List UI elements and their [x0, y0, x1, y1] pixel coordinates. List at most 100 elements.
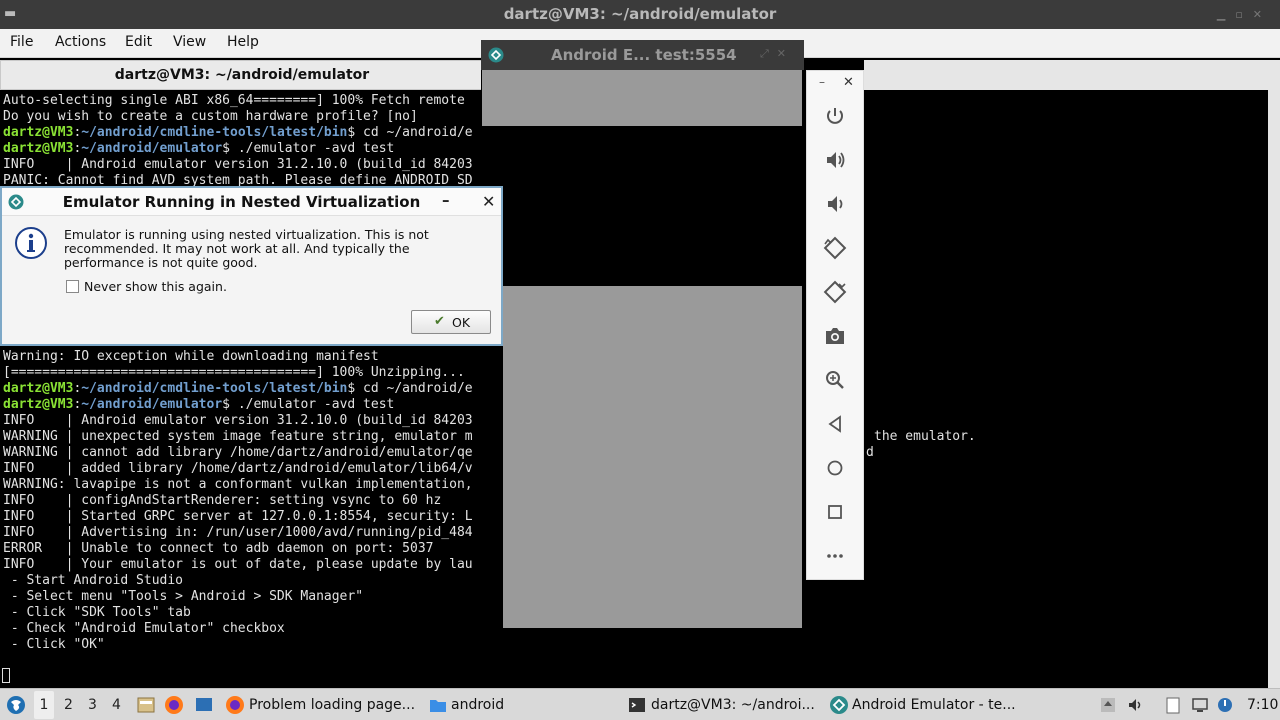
toolbar-minimize-button[interactable]: –	[819, 75, 825, 89]
prompt-path: ~/android/emulator	[81, 141, 223, 156]
prompt-command: $ ./emulator -avd test	[222, 397, 395, 412]
menu-help[interactable]: Help	[227, 34, 259, 50]
ok-button[interactable]: ✔ OK	[411, 310, 491, 334]
terminal-scrollbar[interactable]	[1268, 90, 1280, 688]
terminal-line: Auto-selecting single ABI x86_64========…	[3, 93, 465, 108]
prompt-path: ~/android/cmdline-tools/latest/bin	[81, 381, 348, 396]
workspace-3[interactable]: 3	[88, 697, 97, 713]
emulator-window-controls[interactable]: ⤢✕	[760, 47, 794, 61]
power-icon[interactable]	[822, 103, 848, 129]
ok-button-label: OK	[452, 315, 471, 330]
eject-icon[interactable]	[1099, 696, 1117, 714]
menu-view[interactable]: View	[173, 34, 206, 50]
terminal-line: - Click "OK"	[3, 637, 105, 652]
notification-icon[interactable]	[1216, 696, 1234, 714]
terminal-line: dartz@VM3:~/android/cmdline-tools/latest…	[3, 381, 473, 396]
terminal-cursor	[2, 668, 10, 683]
tab-bar-empty	[864, 60, 1280, 90]
terminal-line: INFO | Your emulator is out of date, ple…	[3, 557, 473, 572]
back-icon[interactable]	[822, 411, 848, 437]
start-menu-icon[interactable]	[6, 695, 26, 715]
terminal-line-fragment: the emulator.	[874, 429, 976, 444]
clipboard-icon[interactable]	[1164, 696, 1182, 714]
rotate-left-icon[interactable]	[822, 235, 848, 261]
terminal-line: Do you wish to create a custom hardware …	[3, 109, 418, 124]
terminal-line: INFO | Android emulator version 31.2.10.…	[3, 157, 473, 172]
prompt-command: $ ./emulator -avd test	[222, 141, 395, 156]
more-icon[interactable]	[822, 543, 848, 569]
task-firefox[interactable]: Problem loading page...	[249, 697, 415, 713]
prompt-path: ~/android/cmdline-tools/latest/bin	[81, 125, 348, 140]
outer-window-titlebar: ▬ dartz@VM3: ~/android/emulator ▁▫✕	[0, 0, 1280, 29]
terminal-line: - Click "SDK Tools" tab	[3, 605, 191, 620]
terminal-line: - Select menu "Tools > Android > SDK Man…	[3, 589, 364, 604]
terminal-line: INFO | configAndStartRenderer: setting v…	[3, 493, 442, 508]
firefox-icon[interactable]	[164, 695, 184, 715]
menu-edit[interactable]: Edit	[125, 34, 152, 50]
zoom-icon[interactable]	[822, 367, 848, 393]
terminal-line: Warning: IO exception while downloading …	[3, 349, 379, 364]
terminal-tab-title: dartz@VM3: ~/android/emulator	[114, 67, 370, 83]
prompt-user: dartz@VM3	[3, 141, 74, 156]
toolbar-close-button[interactable]: ✕	[843, 75, 854, 90]
emulator-titlebar[interactable]: Android E... test:5554 ⤢✕	[481, 40, 804, 70]
prompt-user: dartz@VM3	[3, 381, 74, 396]
terminal-line: WARNING | cannot add library /home/dartz…	[3, 445, 473, 460]
prompt-user: dartz@VM3	[3, 125, 74, 140]
rotate-right-icon[interactable]	[822, 279, 848, 305]
overview-icon[interactable]	[822, 499, 848, 525]
display-icon[interactable]	[1191, 696, 1209, 714]
dialog-close-button[interactable]: ✕	[482, 192, 495, 211]
terminal-line-fragment: d	[866, 445, 874, 460]
desktop-icon[interactable]	[194, 695, 214, 715]
terminal-line: [=======================================…	[3, 365, 465, 380]
nested-virtualization-dialog: Emulator Running in Nested Virtualizatio…	[0, 186, 503, 346]
taskbar: 1 2 3 4 Problem loading page... android …	[0, 688, 1280, 720]
terminal-line: - Start Android Studio	[3, 573, 184, 588]
task-emulator[interactable]: Android Emulator - te...	[852, 697, 1016, 713]
terminal-line: INFO | Advertising in: /run/user/1000/av…	[3, 525, 473, 540]
task-terminal[interactable]: dartz@VM3: ~/androi...	[651, 697, 815, 713]
dialog-titlebar[interactable]: Emulator Running in Nested Virtualizatio…	[2, 188, 501, 216]
volume-down-icon[interactable]	[822, 191, 848, 217]
prompt-command: $ cd ~/android/e	[347, 125, 473, 140]
emulator-toolbar: – ✕	[806, 70, 864, 580]
emulator-title: Android E... test:5554	[551, 46, 737, 64]
folder-icon	[430, 700, 446, 712]
never-show-checkbox[interactable]	[66, 280, 79, 293]
workspace-1[interactable]: 1	[34, 691, 54, 719]
terminal-tab[interactable]: dartz@VM3: ~/android/emulator	[0, 60, 484, 90]
window-title: dartz@VM3: ~/android/emulator	[503, 5, 777, 23]
terminal-line: INFO | Android emulator version 31.2.10.…	[3, 413, 473, 428]
terminal-line: dartz@VM3:~/android/emulator$ ./emulator…	[3, 141, 395, 156]
file-manager-icon[interactable]	[136, 695, 156, 715]
prompt-user: dartz@VM3	[3, 397, 74, 412]
terminal-line: WARNING: lavapipe is not a conformant vu…	[3, 477, 473, 492]
ok-check-icon: ✔	[434, 314, 445, 329]
home-icon[interactable]	[822, 455, 848, 481]
clock[interactable]: 7:10	[1247, 697, 1278, 713]
window-controls[interactable]: ▁▫✕	[1217, 8, 1272, 21]
dialog-minimize-button[interactable]: –	[442, 191, 450, 209]
terminal-line: ERROR | Unable to connect to adb daemon …	[3, 541, 434, 556]
prompt-command: $ cd ~/android/e	[347, 381, 473, 396]
menu-actions[interactable]: Actions	[55, 34, 106, 50]
task-files[interactable]: android	[451, 697, 504, 713]
never-show-label[interactable]: Never show this again.	[84, 279, 227, 294]
volume-icon[interactable]	[1127, 696, 1145, 714]
emulator-screen-top[interactable]	[482, 70, 802, 126]
camera-icon[interactable]	[822, 323, 848, 349]
emulator-logo-icon	[488, 47, 504, 63]
terminal-line: INFO | added library /home/dartz/android…	[3, 461, 473, 476]
workspace-2[interactable]: 2	[64, 697, 73, 713]
volume-up-icon[interactable]	[822, 147, 848, 173]
terminal-task-icon	[629, 698, 645, 712]
menu-file[interactable]: File	[10, 34, 33, 50]
workspace-4[interactable]: 4	[112, 697, 121, 713]
emulator-window[interactable]: Android E... test:5554 ⤢✕	[481, 40, 804, 688]
emulator-screen-main[interactable]	[503, 286, 802, 628]
terminal-line: WARNING | unexpected system image featur…	[3, 429, 473, 444]
emulator-task-icon	[830, 696, 848, 714]
prompt-path: ~/android/emulator	[81, 397, 223, 412]
firefox-task-icon	[226, 696, 244, 714]
